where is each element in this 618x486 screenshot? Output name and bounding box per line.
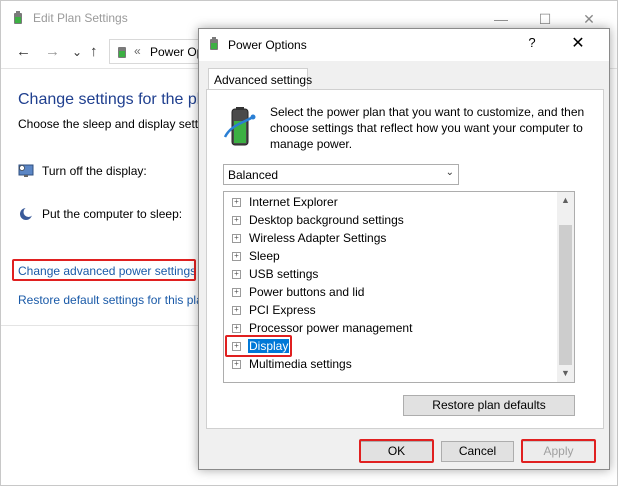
up-icon[interactable]: ↑ [90,44,98,60]
forward-icon[interactable]: → [45,44,60,60]
page-subtitle: Choose the sleep and display setti [18,117,201,131]
power-options-icon [210,37,218,50]
restore-default-settings-link[interactable]: Restore default settings for this pla [18,293,203,307]
scroll-down-icon[interactable]: ▼ [557,365,574,382]
tab-label: Advanced settings [214,73,313,87]
turn-off-display-label: Turn off the display: [42,164,147,178]
breadcrumb[interactable]: Power Op [150,45,203,59]
back-icon[interactable]: ← [16,44,31,60]
tab-advanced-settings[interactable]: Advanced settings [208,68,312,90]
moon-icon [20,207,34,220]
dialog-title: Power Options [228,38,307,52]
highlight-box [225,335,292,357]
power-plan-select[interactable]: Balanced ⌄ [223,164,459,185]
expand-icon[interactable]: + [232,324,241,333]
tree-item-label: PCI Express [249,303,316,317]
dialog-title-bar: Power Options ? ✕ [199,29,609,61]
restore-plan-defaults-button[interactable]: Restore plan defaults [403,395,575,416]
power-options-dialog: Power Options ? ✕ Advanced settings Sele… [198,28,610,470]
expand-icon[interactable]: + [232,360,241,369]
expand-icon[interactable]: + [232,306,241,315]
window-title: Edit Plan Settings [33,11,128,25]
control-panel-icon [118,47,126,58]
tree-item-label: Processor power management [249,321,413,335]
selected-plan: Balanced [228,168,279,182]
monitor-icon [18,164,34,177]
expand-icon[interactable]: + [232,270,241,279]
recent-locations-icon[interactable]: ⌄ [72,44,82,60]
tree-item-label: Wireless Adapter Settings [249,231,387,245]
expand-icon[interactable]: + [232,198,241,207]
tree-item-label: Power buttons and lid [249,285,365,299]
scrollbar[interactable]: ▲ ▼ [557,192,574,382]
scroll-up-icon[interactable]: ▲ [557,192,574,209]
expand-icon[interactable]: + [232,288,241,297]
dialog-close-button[interactable]: ✕ [566,33,590,53]
expand-icon[interactable]: + [232,216,241,225]
intro-text: Select the power plan that you want to c… [270,105,585,151]
expand-icon[interactable]: + [232,234,241,243]
restore-plan-defaults-label: Restore plan defaults [432,398,546,412]
tree-item-label: USB settings [249,267,319,281]
chevron-down-icon: ⌄ [445,167,454,178]
tree-item-label: Desktop background settings [249,213,404,227]
cancel-button[interactable]: Cancel [441,441,514,462]
sleep-label: Put the computer to sleep: [42,207,183,221]
highlight-box [12,259,196,281]
highlight-box [521,439,596,463]
tree-item-label: Multimedia settings [249,357,352,371]
power-options-icon [14,11,22,24]
expand-icon[interactable]: + [232,252,241,261]
tree-item-label: Internet Explorer [249,195,338,209]
cancel-label: Cancel [458,444,497,458]
help-button[interactable]: ? [520,35,544,50]
tree-item-label: Sleep [249,249,280,263]
page-title: Change settings for the pla [18,91,210,108]
divider [1,325,206,326]
breadcrumb-separator: « [134,44,141,58]
highlight-box [359,439,434,463]
scrollbar-thumb[interactable] [559,225,572,365]
battery-icon [223,107,256,146]
